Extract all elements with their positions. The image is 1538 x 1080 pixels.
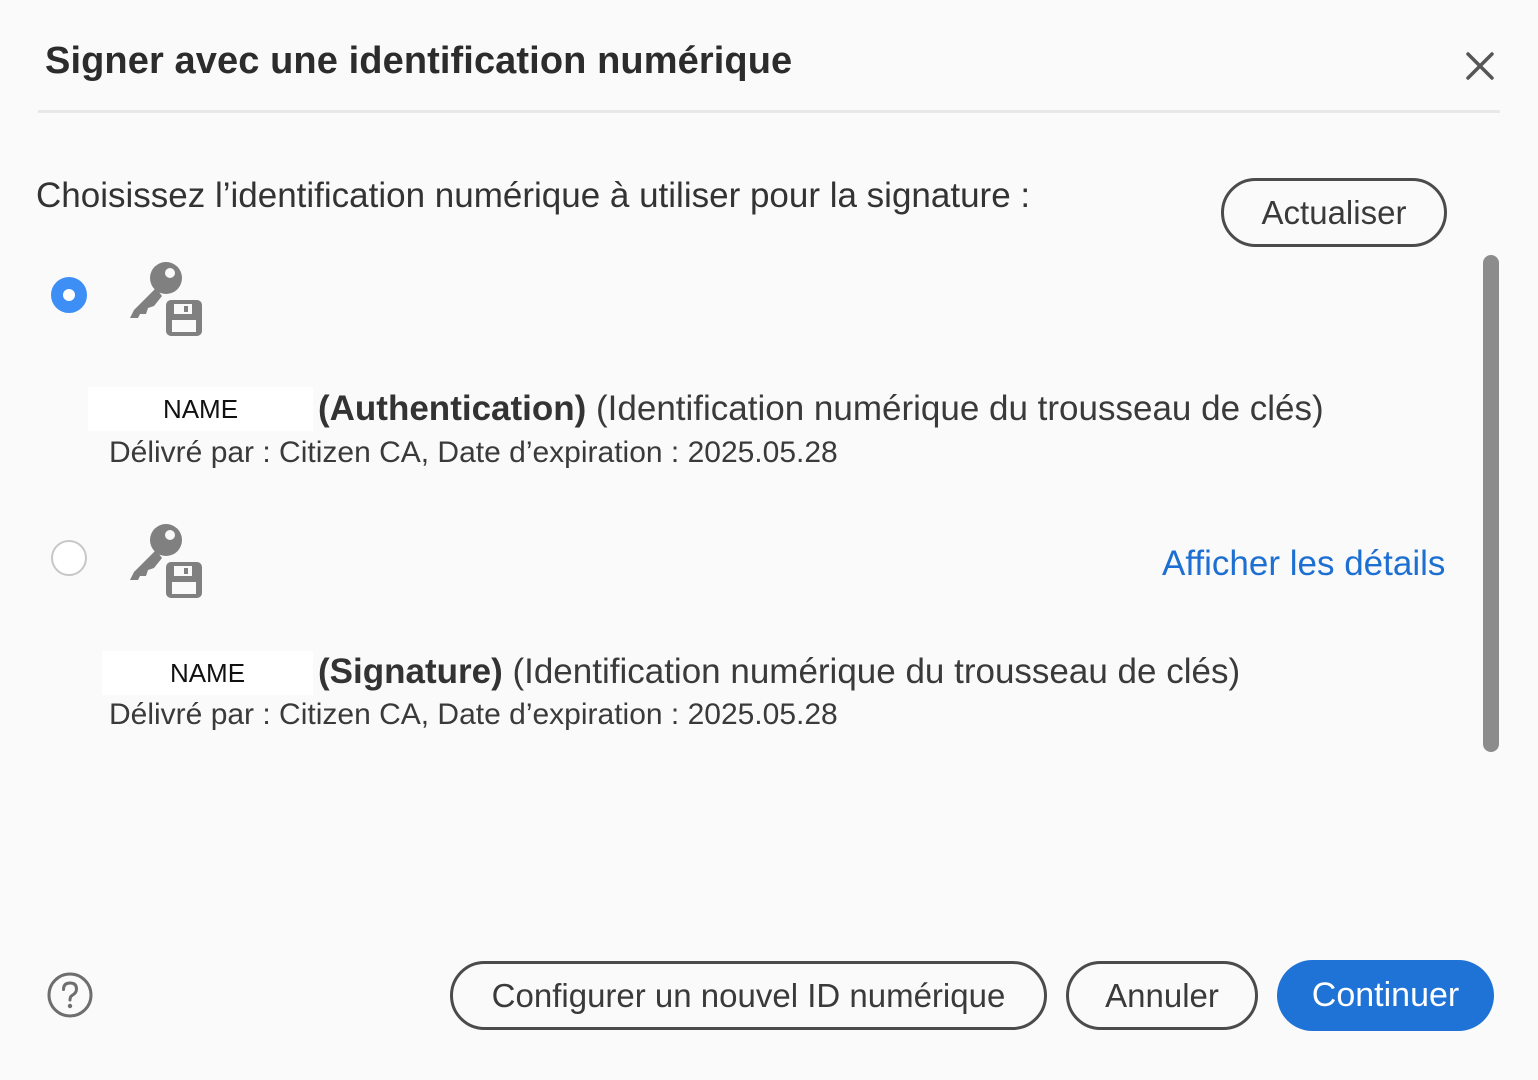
id-owner-name: NAME [102, 651, 313, 695]
id-owner-name: NAME [88, 387, 313, 431]
title-divider [38, 110, 1500, 113]
show-details-link[interactable]: Afficher les détails [1162, 544, 1445, 584]
list-scrollbar[interactable] [1483, 255, 1499, 752]
id-radio-authentication[interactable] [51, 277, 87, 313]
continue-button[interactable]: Continuer [1277, 960, 1494, 1031]
refresh-button[interactable]: Actualiser [1221, 178, 1447, 247]
id-issuer: Délivré par : Citizen CA, Date d’expirat… [109, 436, 838, 469]
close-icon[interactable] [1458, 44, 1502, 88]
help-icon[interactable] [46, 971, 94, 1019]
id-type: (Authentication) [318, 389, 587, 428]
id-title: (Authentication) (Identification numériq… [318, 389, 1324, 429]
id-source: (Identification numérique du trousseau d… [502, 652, 1241, 691]
id-issuer: Délivré par : Citizen CA, Date d’expirat… [109, 698, 838, 731]
key-floppy-icon [130, 262, 204, 338]
id-source: (Identification numérique du trousseau d… [586, 389, 1324, 428]
id-type: (Signature) [318, 652, 503, 691]
id-title: (Signature) (Identification numérique du… [318, 652, 1240, 692]
digital-id-dialog: Signer avec une identification numérique… [0, 0, 1538, 1080]
dialog-title: Signer avec une identification numérique [45, 40, 793, 82]
choose-id-prompt: Choisissez l’identification numérique à … [36, 176, 1031, 215]
id-radio-signature[interactable] [51, 540, 87, 576]
key-floppy-icon [130, 524, 204, 600]
configure-new-id-button[interactable]: Configurer un nouvel ID numérique [450, 961, 1047, 1030]
cancel-button[interactable]: Annuler [1066, 961, 1258, 1030]
